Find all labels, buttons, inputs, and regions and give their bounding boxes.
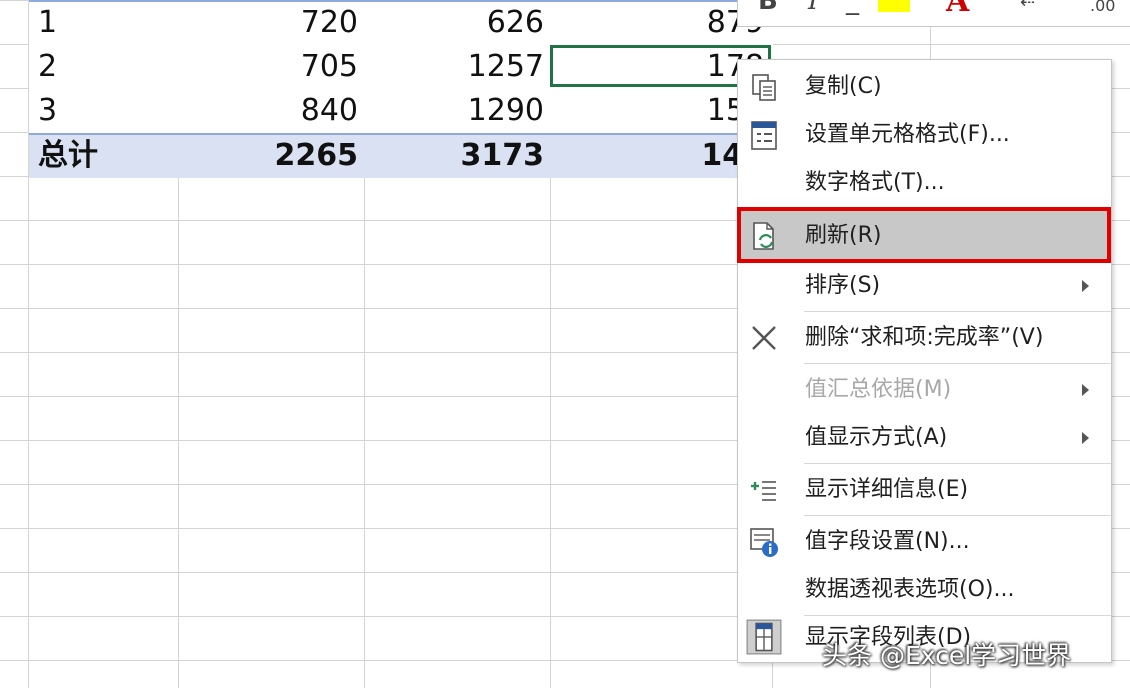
menu-item-label: 值显示方式(A) bbox=[805, 425, 948, 450]
menu-item-format-cells[interactable]: 设置单元格格式(F)... bbox=[738, 110, 1111, 160]
highlight-color-icon[interactable] bbox=[878, 0, 910, 12]
menu-item-summarize-by: 值汇总依据(M) bbox=[738, 365, 1111, 415]
menu-item-copy[interactable]: 复制(C) bbox=[738, 62, 1111, 112]
show-details-icon bbox=[751, 481, 776, 501]
submenu-arrow-icon bbox=[1082, 280, 1089, 292]
menu-separator bbox=[804, 363, 1111, 364]
submenu-arrow-icon bbox=[1082, 432, 1089, 444]
menu-separator bbox=[804, 463, 1111, 464]
value-cell[interactable]: 1290 bbox=[366, 89, 544, 133]
total-value-cell[interactable]: 3173 bbox=[366, 134, 545, 178]
value-cell[interactable]: 1257 bbox=[366, 45, 544, 89]
menu-item-label: 显示详细信息(E) bbox=[805, 477, 969, 502]
menu-item-delete-field[interactable]: 删除“求和项:完成率”(V) bbox=[738, 313, 1111, 363]
row-label-cell[interactable]: 1 bbox=[38, 1, 158, 45]
underline-button[interactable]: _ bbox=[846, 0, 859, 16]
increase-decimal-icon[interactable]: ⇠ bbox=[1020, 0, 1035, 13]
menu-item-label: 数据透视表选项(O)... bbox=[805, 577, 1015, 602]
close-x-icon bbox=[752, 326, 776, 350]
bold-button[interactable]: B bbox=[758, 0, 778, 16]
context-menu: 复制(C) 设置单元格格式(F)... 数字格式(T)... 刷新(R) 排序(… bbox=[737, 59, 1112, 663]
row-label-cell[interactable]: 2 bbox=[38, 45, 158, 89]
menu-item-label: 设置单元格格式(F)... bbox=[805, 122, 1010, 147]
menu-item-label: 值汇总依据(M) bbox=[805, 377, 952, 402]
menu-item-pivot-options[interactable]: 数据透视表选项(O)... bbox=[738, 565, 1111, 615]
italic-button[interactable]: I bbox=[808, 0, 818, 16]
menu-item-label: 删除“求和项:完成率”(V) bbox=[805, 325, 1044, 350]
menu-item-value-field-settings[interactable]: 值字段设置(N)... bbox=[738, 517, 1111, 567]
field-list-icon bbox=[746, 619, 782, 655]
menu-item-number-format[interactable]: 数字格式(T)... bbox=[738, 158, 1111, 208]
menu-item-label: 数字格式(T)... bbox=[805, 170, 945, 195]
copy-icon bbox=[752, 74, 776, 101]
value-cell[interactable]: 840 bbox=[180, 89, 358, 133]
mini-toolbar: B I _ A ⇠ .00 bbox=[737, 0, 1130, 27]
row-label-cell[interactable]: 3 bbox=[38, 89, 158, 133]
format-cells-icon bbox=[751, 121, 777, 150]
menu-item-show-values-as[interactable]: 值显示方式(A) bbox=[738, 413, 1111, 463]
value-cell[interactable]: 705 bbox=[180, 45, 358, 89]
menu-separator bbox=[804, 311, 1111, 312]
decimal-button[interactable]: .00 bbox=[1090, 0, 1115, 15]
menu-separator bbox=[804, 515, 1111, 516]
menu-item-sort[interactable]: 排序(S) bbox=[738, 261, 1111, 311]
menu-item-label: 复制(C) bbox=[805, 74, 882, 99]
total-value-cell[interactable]: 2265 bbox=[180, 134, 359, 178]
value-cell[interactable]: 626 bbox=[366, 1, 544, 45]
menu-item-label: 排序(S) bbox=[805, 273, 881, 298]
refresh-highlight-frame bbox=[737, 207, 1111, 263]
menu-item-label: 值字段设置(N)... bbox=[805, 529, 970, 554]
watermark-text: 头条 @Excel学习世界 bbox=[822, 641, 1072, 670]
value-cell[interactable]: 720 bbox=[180, 1, 358, 45]
submenu-arrow-icon bbox=[1082, 384, 1089, 396]
font-color-icon[interactable]: A bbox=[946, 0, 969, 19]
menu-item-show-details[interactable]: 显示详细信息(E) bbox=[738, 465, 1111, 515]
total-label-cell[interactable]: 总计 bbox=[38, 134, 158, 178]
field-settings-icon bbox=[750, 528, 778, 557]
